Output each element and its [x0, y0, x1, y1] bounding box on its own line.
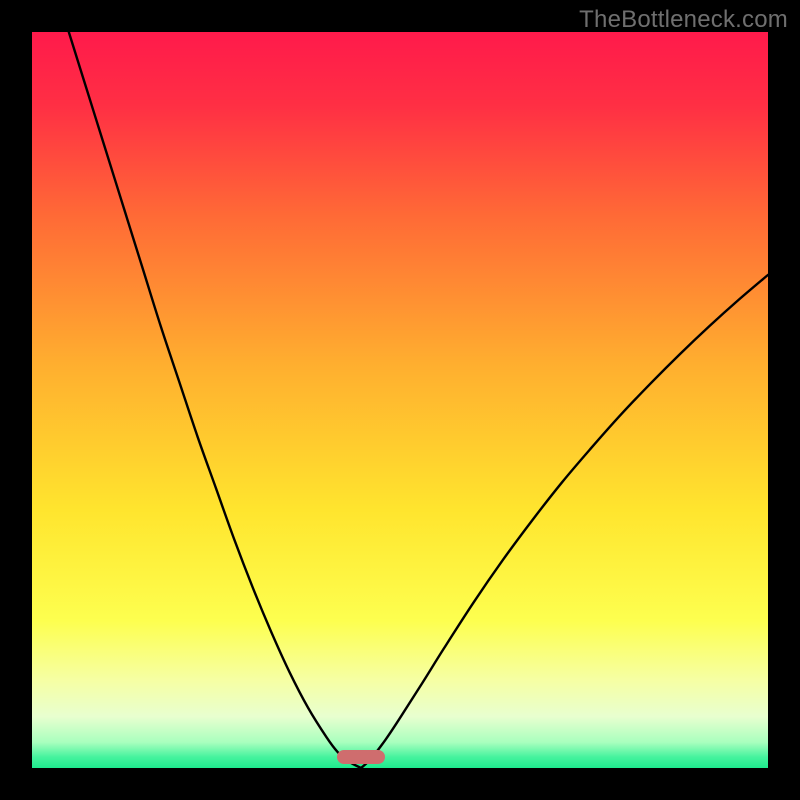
chart-frame: TheBottleneck.com	[0, 0, 800, 800]
curve-right-branch	[361, 275, 768, 768]
watermark-text: TheBottleneck.com	[579, 6, 788, 34]
curve-layer	[0, 0, 800, 800]
optimal-marker	[337, 750, 385, 764]
curve-left-branch	[69, 32, 361, 768]
